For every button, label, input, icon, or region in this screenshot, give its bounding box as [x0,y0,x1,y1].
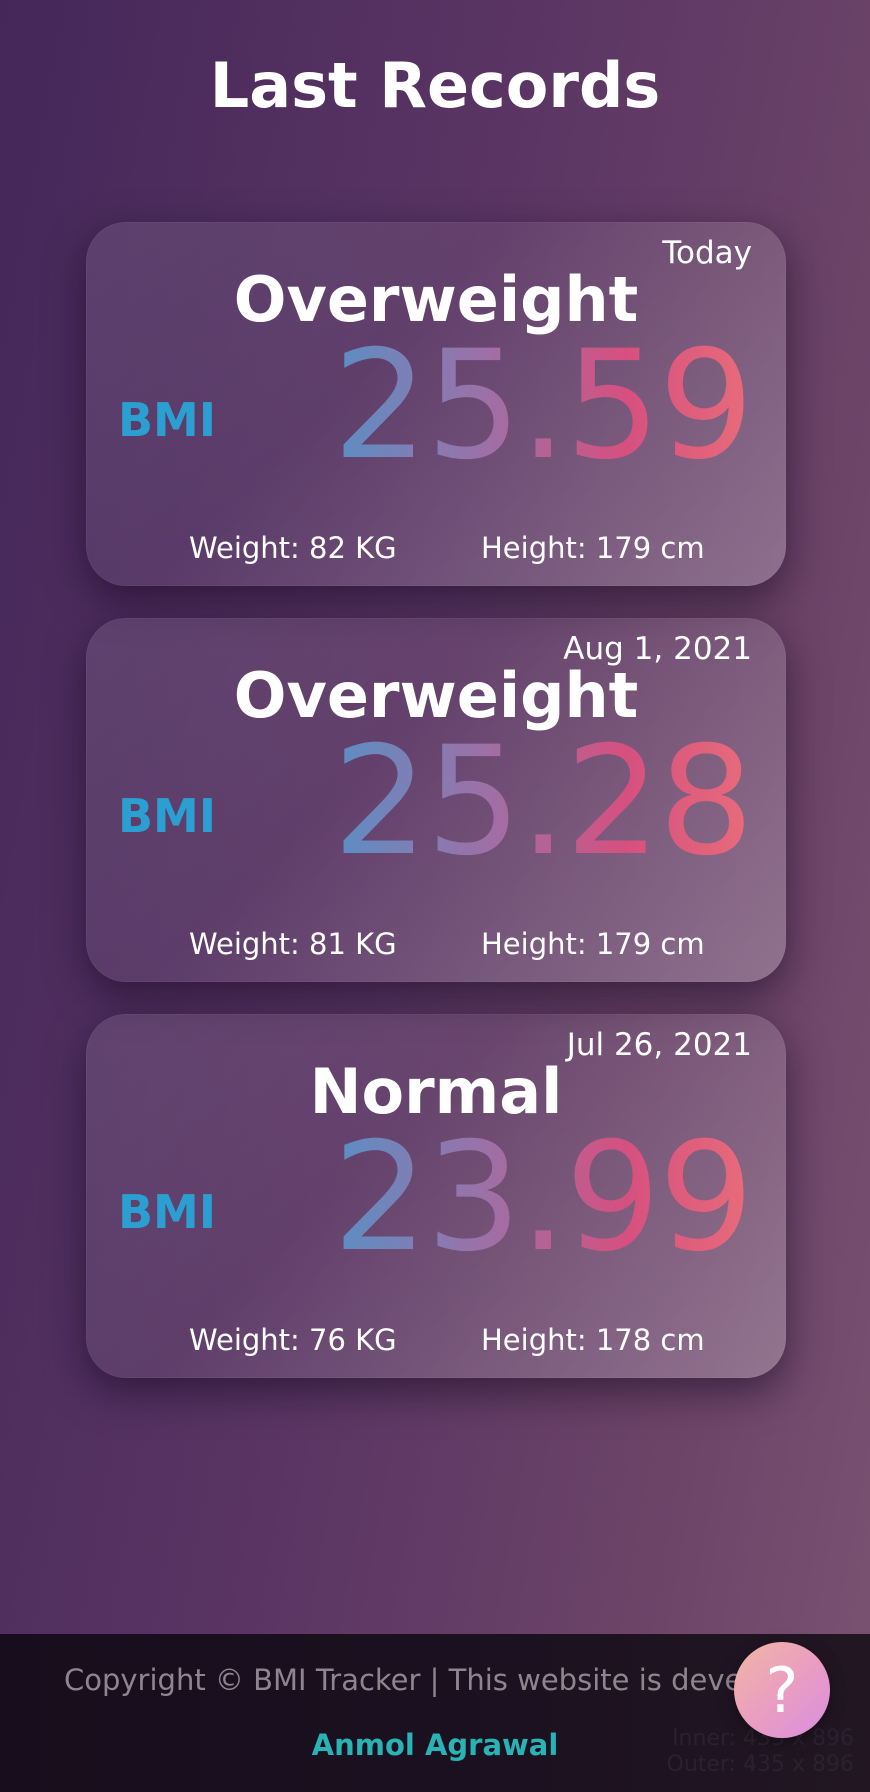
bmi-value: 25.59 [332,319,754,493]
record-card: Jul 26, 2021 Normal BMI 23.99 Weight: 76… [86,1014,786,1378]
question-mark-icon: ? [765,1653,799,1727]
records-list: Today Overweight BMI 25.59 Weight: 82 KG… [86,222,786,1410]
record-card: Today Overweight BMI 25.59 Weight: 82 KG… [86,222,786,586]
record-weight: Weight: 76 KG [189,1323,397,1357]
page-title: Last Records [209,49,661,122]
record-height: Height: 179 cm [481,531,705,565]
bmi-value: 23.99 [332,1111,754,1285]
viewport-size-readout: Inner: 435 x 896 Outer: 435 x 896 [667,1726,854,1778]
help-button[interactable]: ? [734,1642,830,1738]
record-weight: Weight: 82 KG [189,531,397,565]
bmi-label: BMI [118,393,216,447]
bmi-value: 25.28 [332,715,754,889]
bmi-label: BMI [118,1185,216,1239]
record-height: Height: 178 cm [481,1323,705,1357]
footer-copyright: Copyright © BMI Tracker | This website i… [64,1663,787,1697]
outer-size: Outer: 435 x 896 [666,1752,854,1777]
record-height: Height: 179 cm [481,927,705,961]
record-card: Aug 1, 2021 Overweight BMI 25.28 Weight:… [86,618,786,982]
record-weight: Weight: 81 KG [189,927,397,961]
bmi-label: BMI [118,789,216,843]
